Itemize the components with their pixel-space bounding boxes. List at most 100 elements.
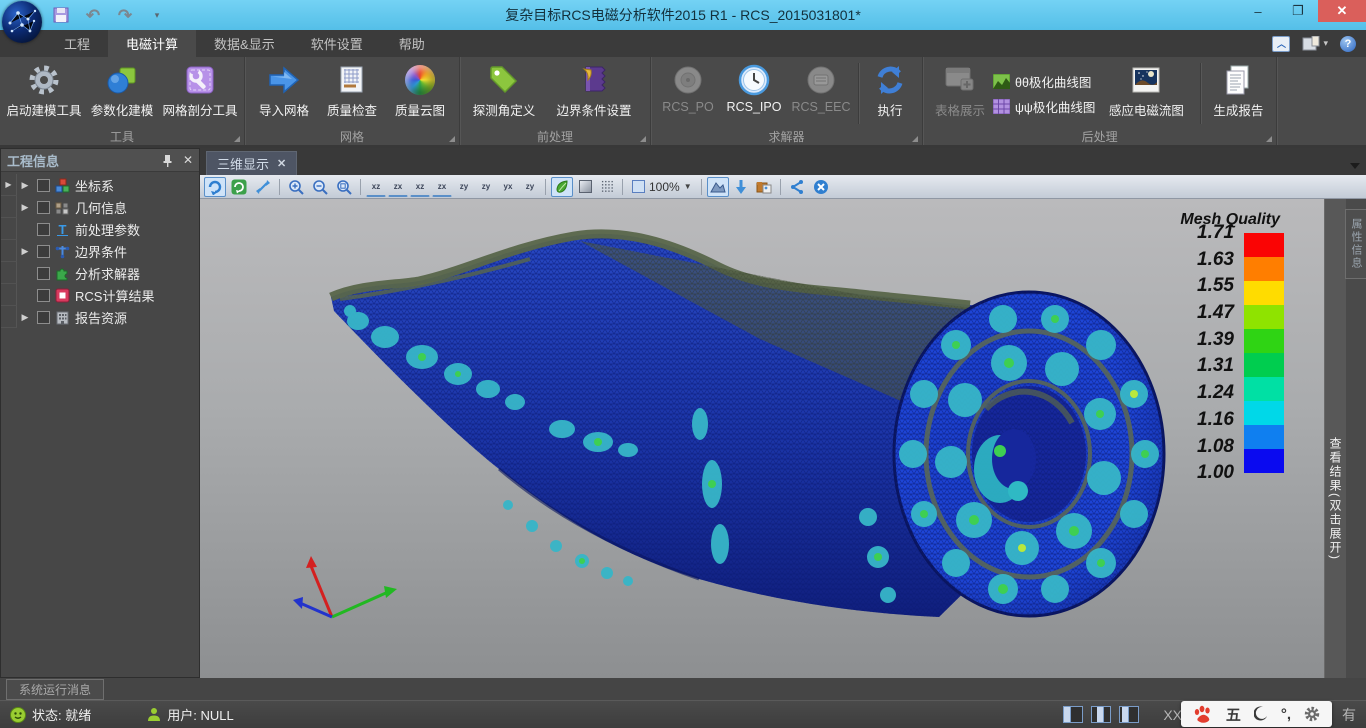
ribbon-collapse-button[interactable]: ︿ [1272, 36, 1290, 52]
tree-checkbox[interactable] [37, 201, 50, 214]
dialog-launcher-icon[interactable] [640, 136, 646, 142]
import-mesh-button[interactable]: 导入网格 [251, 60, 317, 128]
tree-item-coordinate-system[interactable]: ▶ ▶ 坐标系 [1, 174, 199, 196]
orientation-button[interactable] [707, 177, 729, 197]
spin-view-button[interactable] [228, 177, 250, 197]
view-preset-5-button[interactable]: zy [454, 177, 474, 197]
tree-checkbox[interactable] [37, 245, 50, 258]
dialog-launcher-icon[interactable] [449, 136, 455, 142]
generate-report-button[interactable]: 生成报告 [1206, 60, 1270, 128]
view-preset-4-button[interactable]: zx [432, 177, 452, 197]
induced-current-map-button[interactable]: 感应电磁流图 [1097, 60, 1195, 128]
tree-checkbox[interactable] [37, 223, 50, 236]
pin-icon[interactable] [162, 154, 173, 167]
tree-item-preprocess-params[interactable]: T 前处理参数 [1, 218, 199, 240]
flat-shading-button[interactable] [575, 177, 595, 197]
view-preset-7-button[interactable]: yx [498, 177, 518, 197]
viewport-3d[interactable]: Mesh Quality 1.71 1.63 1.55 1.47 1.39 1.… [200, 199, 1324, 678]
quick-access-more-button[interactable]: ▾ [148, 6, 166, 24]
legend-band [1244, 401, 1284, 425]
button-label: θθ极化曲线图 [1015, 72, 1091, 91]
ime-logo-paw-icon[interactable] [1193, 705, 1213, 723]
expander-icon[interactable]: ▶ [17, 180, 33, 191]
tree-item-geometry-info[interactable]: ▶ 几何信息 [1, 196, 199, 218]
tree-checkbox[interactable] [37, 267, 50, 280]
menu-tab-project[interactable]: 工程 [46, 30, 108, 57]
ime-settings-gear-icon[interactable] [1304, 706, 1320, 722]
quality-check-button[interactable]: 质量检查 [319, 60, 385, 128]
view-preset-1-button[interactable]: xz [366, 177, 386, 197]
view-preset-2-button[interactable]: zx [388, 177, 408, 197]
dialog-launcher-icon[interactable] [1266, 136, 1272, 142]
quality-cloudmap-button[interactable]: 质量云图 [387, 60, 453, 128]
theta-polarization-curve-button[interactable]: θθ极化曲线图 [993, 72, 1095, 91]
system-message-tab[interactable]: 系统运行消息 [6, 679, 104, 700]
boundary-condition-setting-button[interactable]: 边界条件设置 [544, 60, 644, 128]
zoom-fit-button[interactable] [333, 177, 355, 197]
mesh-partition-tool-button[interactable]: 网格剖分工具 [162, 60, 238, 128]
menu-tab-settings[interactable]: 软件设置 [293, 30, 381, 57]
expander-icon[interactable]: ▶ [17, 246, 33, 257]
properties-collapsed-tab[interactable]: 属性信息 [1345, 209, 1366, 279]
panel-close-icon[interactable]: ✕ [183, 153, 193, 167]
tab-3d-display[interactable]: 三维显示 ✕ [206, 151, 297, 175]
ime-punctuation-mode[interactable]: °, [1281, 706, 1291, 723]
share-view-button[interactable] [786, 177, 808, 197]
app-logo[interactable] [2, 1, 42, 43]
undo-button[interactable]: ↶ [84, 6, 102, 24]
psi-polarization-curve-button[interactable]: ψψ极化曲线图 [993, 97, 1095, 116]
layout-right-button[interactable] [1119, 706, 1139, 723]
smooth-shading-button[interactable] [551, 177, 573, 197]
close-button[interactable]: ✕ [1318, 0, 1366, 22]
rcs-ipo-button[interactable]: RCS_IPO [721, 60, 787, 128]
tree-checkbox[interactable] [37, 179, 50, 192]
tab-list-dropdown-icon[interactable] [1350, 163, 1360, 169]
wireframe-button[interactable] [597, 177, 617, 197]
close-view-button[interactable] [810, 177, 832, 197]
leaf-icon [554, 179, 570, 195]
zoom-in-button[interactable] [285, 177, 307, 197]
arrow-down-button[interactable] [731, 177, 751, 197]
layout-center-button[interactable] [1091, 706, 1111, 723]
menu-tab-em-compute[interactable]: 电磁计算 [108, 30, 196, 57]
ime-halfwidth-moon-icon[interactable] [1254, 706, 1268, 722]
tab-close-icon[interactable]: ✕ [277, 157, 286, 170]
probe-angle-button[interactable]: 探测角定义 [466, 60, 542, 128]
execute-button[interactable]: 执行 [864, 60, 916, 128]
zoom-square-icon [632, 180, 645, 193]
pan-view-button[interactable] [252, 177, 274, 197]
dialog-launcher-icon[interactable] [912, 136, 918, 142]
expander-icon[interactable]: ▶ [17, 312, 33, 323]
view-preset-6-button[interactable]: zy [476, 177, 496, 197]
help-button[interactable]: ? [1340, 36, 1356, 52]
group-separator [858, 63, 859, 124]
minimize-button[interactable]: – [1238, 0, 1278, 22]
snapshot-folder-button[interactable] [753, 177, 775, 197]
window-layout-menu-button[interactable]: ▾ [1302, 36, 1328, 52]
tree-checkbox[interactable] [37, 289, 50, 302]
tree-item-rcs-results[interactable]: RCS计算结果 [1, 284, 199, 306]
parametric-modeling-button[interactable]: 参数化建模 [84, 60, 160, 128]
zoom-drop-icon[interactable]: ▼ [684, 182, 692, 191]
rotate-view-button[interactable] [204, 177, 226, 197]
restore-button[interactable]: ❐ [1278, 0, 1318, 22]
tree-item-analysis-solver[interactable]: 分析求解器 [1, 262, 199, 284]
expander-icon[interactable]: ▶ [17, 202, 33, 213]
zoom-level-control[interactable]: 100% ▼ [628, 180, 696, 194]
redo-button[interactable]: ↷ [116, 6, 134, 24]
view-preset-8-button[interactable]: zy [520, 177, 540, 197]
view-preset-3-button[interactable]: xz [410, 177, 430, 197]
launch-modeling-tool-button[interactable]: 启动建模工具 [6, 60, 82, 128]
zoom-out-button[interactable] [309, 177, 331, 197]
menu-tab-help[interactable]: 帮助 [381, 30, 443, 57]
rcs-eec-button: RCS_EEC [789, 60, 853, 128]
results-collapsed-tab[interactable]: 查看结果(双击展开) [1324, 199, 1346, 678]
save-button[interactable] [52, 6, 70, 24]
dialog-launcher-icon[interactable] [234, 136, 240, 142]
ime-wubi-mode[interactable]: 五 [1226, 704, 1241, 725]
menu-tab-data-display[interactable]: 数据&显示 [196, 30, 293, 57]
tree-item-boundary-conditions[interactable]: ▶ 边界条件 [1, 240, 199, 262]
tree-checkbox[interactable] [37, 311, 50, 324]
tree-item-report-resources[interactable]: ▶ 报告资源 [1, 306, 199, 328]
layout-left-button[interactable] [1063, 706, 1083, 723]
